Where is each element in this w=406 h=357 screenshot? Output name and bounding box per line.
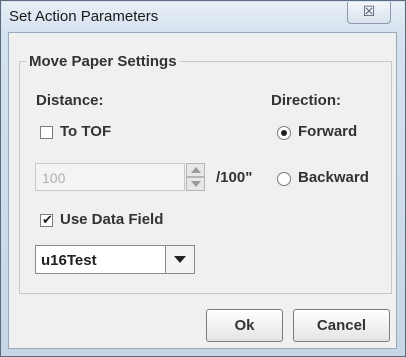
forward-label[interactable]: Forward	[298, 123, 357, 140]
radio-dot-icon	[281, 130, 287, 136]
distance-label: Distance:	[36, 92, 104, 109]
backward-label[interactable]: Backward	[298, 169, 369, 186]
dialog-title: Set Action Parameters	[9, 8, 159, 25]
group-title: Move Paper Settings	[26, 53, 180, 70]
chevron-down-icon[interactable]	[165, 246, 194, 273]
distance-spinner-input[interactable]: 100	[35, 163, 185, 191]
direction-label: Direction:	[271, 92, 342, 109]
data-field-selected-value: u16Test	[41, 252, 97, 269]
forward-radio[interactable]	[277, 126, 291, 140]
close-icon: ☒	[362, 3, 376, 19]
title-bar: Set Action Parameters ☒	[2, 2, 404, 32]
chevron-up-icon[interactable]	[186, 163, 205, 177]
to-tof-checkbox[interactable]	[40, 126, 53, 139]
ok-button[interactable]: Ok	[206, 309, 283, 342]
distance-spinner-buttons	[186, 163, 205, 191]
data-field-select[interactable]: u16Test	[35, 245, 195, 274]
close-button[interactable]: ☒	[347, 2, 391, 24]
to-tof-label[interactable]: To TOF	[60, 123, 111, 140]
chevron-down-icon[interactable]	[186, 177, 205, 191]
use-data-field-label[interactable]: Use Data Field	[60, 211, 163, 228]
use-data-field-checkbox[interactable]: ✔	[40, 212, 53, 227]
distance-unit-label: /100"	[216, 169, 253, 186]
backward-radio[interactable]	[277, 172, 291, 186]
checkmark-icon: ✔	[42, 212, 53, 227]
cancel-button[interactable]: Cancel	[293, 309, 390, 342]
